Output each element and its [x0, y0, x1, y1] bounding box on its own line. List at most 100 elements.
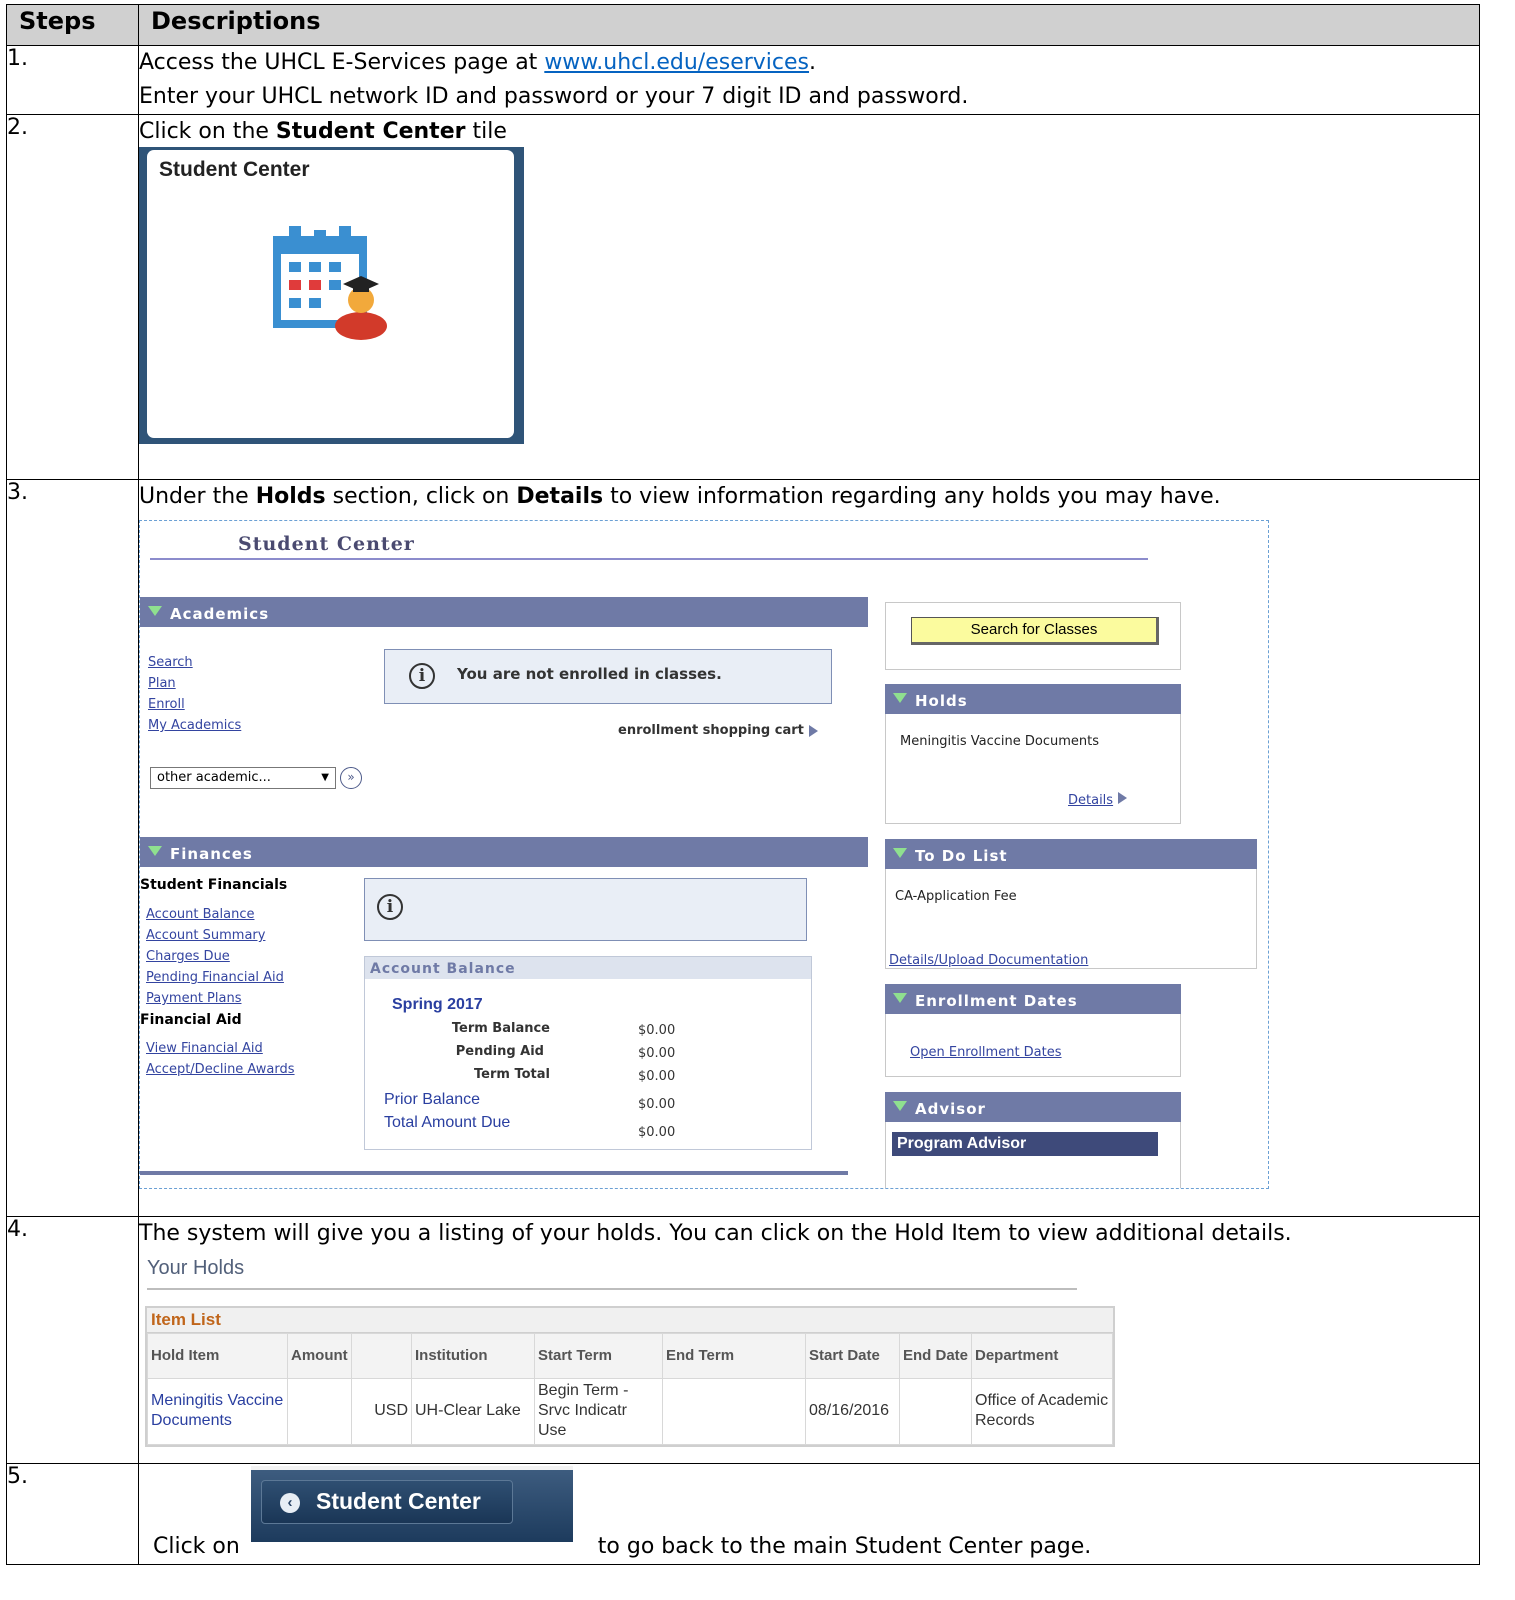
go-button[interactable]: »	[340, 767, 362, 789]
calendar-graduate-icon	[273, 226, 387, 340]
instruction-document: Steps Descriptions 1. Access the UHCL E-…	[6, 4, 1480, 1565]
academics-header[interactable]: Academics	[140, 597, 868, 627]
dropdown-arrow-icon: ▼	[321, 772, 329, 783]
details-upload-link[interactable]: Details/Upload Documentation	[889, 953, 1088, 968]
account-balance-link[interactable]: Account Balance	[146, 907, 254, 922]
step5-text: Click on	[153, 1534, 247, 1559]
hold-item-text: Meningitis Vaccine Documents	[900, 734, 1100, 749]
account-balance-header: Account Balance	[365, 957, 811, 979]
col-hold-item: Hold Item	[147, 1332, 288, 1379]
step-description: Access the UHCL E-Services page at www.u…	[138, 45, 1480, 115]
step1-line1: Access the UHCL E-Services page at www.u…	[139, 46, 1479, 80]
enrollment-cart-link[interactable]: enrollment shopping cart	[618, 723, 818, 738]
finances-header[interactable]: Finances	[140, 837, 868, 867]
student-center-tile[interactable]: Student Center	[139, 147, 524, 444]
cell-start-date: 08/16/2016	[805, 1377, 900, 1445]
view-financial-aid-link[interactable]: View Financial Aid	[146, 1041, 263, 1056]
title-divider	[150, 558, 1148, 560]
open-enrollment-dates-link[interactable]: Open Enrollment Dates	[910, 1045, 1062, 1060]
search-for-classes-button[interactable]: Search for Classes	[911, 617, 1159, 645]
details-upload-link-wrap: Details/Upload Documentation	[889, 945, 1088, 970]
open-enrollment-link-wrap: Open Enrollment Dates	[910, 1037, 1062, 1062]
cell-department: Office of Academic Records	[971, 1377, 1113, 1445]
enrollment-dates-label: Enrollment Dates	[915, 992, 1078, 1010]
step-2-row: 2. Click on the Student Center tile Stud…	[6, 114, 1480, 480]
holds-table-header: Hold Item Amount Institution Start Term …	[147, 1332, 1113, 1379]
step1-line2: Enter your UHCL network ID and password …	[139, 84, 969, 109]
hold-item-link[interactable]: Meningitis Vaccine Documents	[147, 1377, 288, 1445]
todo-header[interactable]: To Do List	[885, 839, 1257, 869]
back-button[interactable]: ‹ Student Center	[261, 1480, 513, 1524]
plan-link[interactable]: Plan	[148, 676, 176, 691]
step3-line: Under the Holds section, click on Detail…	[139, 480, 1479, 514]
other-academic-select[interactable]: other academic... ▼	[150, 767, 336, 789]
holds-header[interactable]: Holds	[885, 684, 1181, 714]
your-holds-divider	[147, 1288, 1077, 1290]
holds-label: Holds	[915, 692, 968, 710]
descriptions-header: Descriptions	[138, 4, 1480, 46]
finances-footer-bar	[140, 1171, 848, 1175]
accept-decline-awards-link[interactable]: Accept/Decline Awards	[146, 1062, 295, 1077]
finances-label: Finances	[170, 845, 253, 863]
cell-amount	[287, 1377, 352, 1445]
info-icon: i	[377, 894, 403, 920]
student-center-back-button-image[interactable]: ‹ Student Center	[251, 1466, 573, 1542]
program-advisor-bar: Program Advisor	[892, 1132, 1158, 1156]
charges-due-link[interactable]: Charges Due	[146, 949, 230, 964]
steps-header: Steps	[6, 4, 139, 46]
my-academics-link[interactable]: My Academics	[148, 718, 241, 733]
pending-financial-aid-link[interactable]: Pending Financial Aid	[146, 970, 284, 985]
pending-aid-label: Pending Aid	[455, 1044, 544, 1059]
step3-bold-holds: Holds	[255, 484, 326, 509]
collapse-triangle-icon	[893, 1101, 907, 1111]
step-5-row: 5. ‹ Student Center Click on to go back …	[6, 1463, 1480, 1565]
col-amount: Amount	[287, 1332, 352, 1379]
advisor-header[interactable]: Advisor	[885, 1092, 1181, 1122]
step5-text-end: to go back to the main Student Center pa…	[590, 1534, 1092, 1559]
financial-aid-heading: Financial Aid	[140, 1012, 242, 1028]
holds-details-link[interactable]: Details	[1068, 785, 1128, 810]
student-center-screenshot: Student Center Academics Search Plan Enr…	[139, 520, 1269, 1189]
step-description: ‹ Student Center Click on to go back to …	[138, 1463, 1480, 1565]
collapse-triangle-icon	[893, 848, 907, 858]
total-due-label: Total Amount Due	[384, 1114, 511, 1131]
search-link[interactable]: Search	[148, 655, 193, 670]
pending-aid-value: $0.00	[638, 1046, 676, 1061]
payment-plans-link[interactable]: Payment Plans	[146, 991, 241, 1006]
collapse-triangle-icon	[148, 606, 162, 616]
steps-table: Steps Descriptions 1. Access the UHCL E-…	[6, 4, 1480, 1565]
eservices-link[interactable]: www.uhcl.edu/eservices	[544, 50, 809, 75]
student-financials-links: Account Balance Account Summary Charges …	[146, 903, 284, 1008]
term-total-value: $0.00	[638, 1069, 676, 1084]
account-summary-link[interactable]: Account Summary	[146, 928, 265, 943]
collapse-triangle-icon	[893, 693, 907, 703]
financial-aid-links: View Financial Aid Accept/Decline Awards	[146, 1037, 295, 1079]
cell-end-date	[899, 1377, 972, 1445]
student-financials-heading: Student Financials	[140, 877, 288, 893]
holds-item-list: Item List Hold Item Amount Institution S…	[145, 1305, 1115, 1447]
col-department: Department	[971, 1332, 1113, 1379]
search-classes-box: Search for Classes	[885, 602, 1181, 670]
arrow-right-icon	[1118, 792, 1128, 804]
enrollment-dates-header[interactable]: Enrollment Dates	[885, 984, 1181, 1014]
prior-balance-label: Prior Balance	[384, 1091, 481, 1108]
step1-text: Access the UHCL E-Services page at	[139, 50, 545, 75]
header-row: Steps Descriptions	[6, 4, 1480, 46]
step-3-row: 3. Under the Holds section, click on Det…	[6, 479, 1480, 1217]
step-number: 4.	[6, 1216, 139, 1464]
step-description: Click on the Student Center tile Student…	[138, 114, 1480, 480]
total-due-value: $0.00	[638, 1125, 676, 1140]
term-balance-value: $0.00	[638, 1023, 676, 1038]
collapse-triangle-icon	[893, 993, 907, 1003]
details-label: Details	[1068, 793, 1114, 808]
tile-body: Student Center	[147, 150, 514, 438]
step-1-row: 1. Access the UHCL E-Services page at ww…	[6, 45, 1480, 115]
arrow-right-icon	[808, 724, 818, 737]
cell-start-term: Begin Term - Srvc Indicatr Use	[534, 1377, 663, 1445]
select-value: other academic...	[157, 770, 271, 785]
step2-line: Click on the Student Center tile	[139, 115, 1479, 149]
your-holds-title: Your Holds	[147, 1257, 245, 1279]
col-institution: Institution	[411, 1332, 535, 1379]
col-end-term: End Term	[662, 1332, 806, 1379]
enroll-link[interactable]: Enroll	[148, 697, 185, 712]
